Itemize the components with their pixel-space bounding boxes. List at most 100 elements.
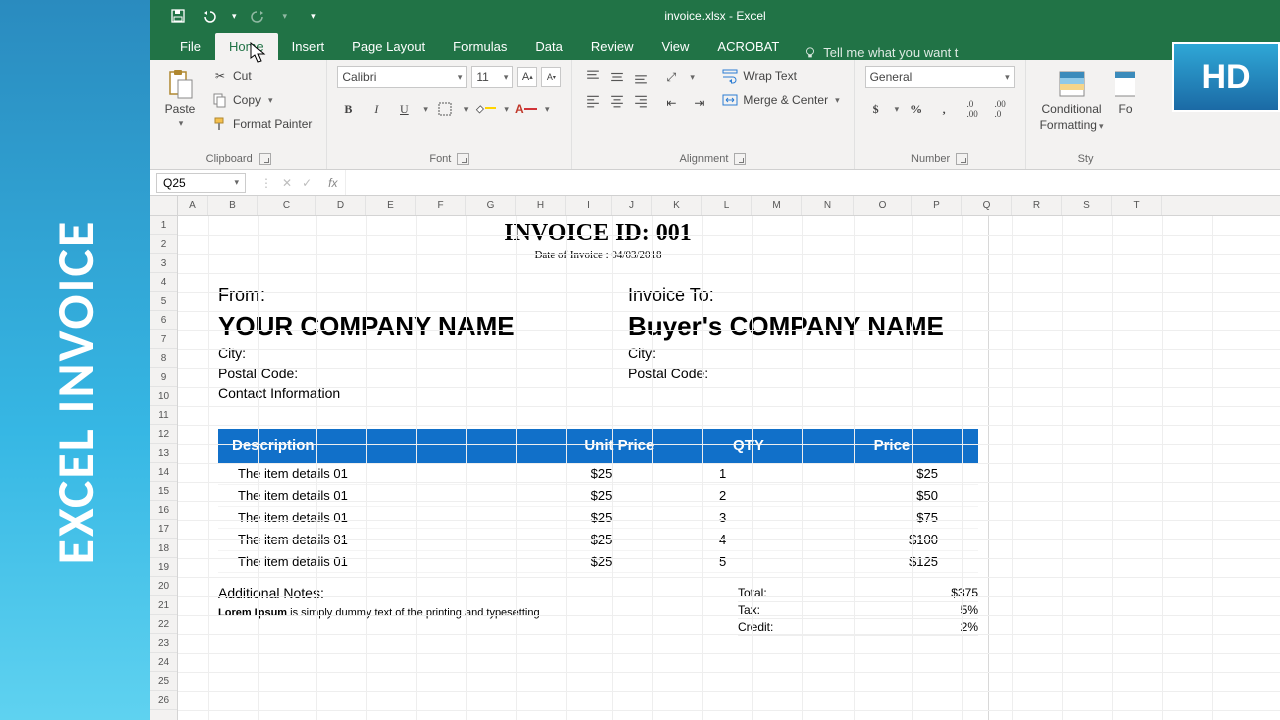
- row-header[interactable]: 8: [150, 349, 177, 368]
- chevron-down-icon[interactable]: ▾: [464, 104, 469, 115]
- row-header[interactable]: 1: [150, 216, 177, 235]
- font-name-combo[interactable]: Calibri▾: [337, 66, 467, 88]
- comma-format-button[interactable]: ,: [933, 98, 955, 120]
- row-header[interactable]: 7: [150, 330, 177, 349]
- row-header[interactable]: 2: [150, 235, 177, 254]
- wrap-text-button[interactable]: Wrap Text: [718, 66, 843, 86]
- col-header[interactable]: M: [752, 196, 802, 215]
- col-header[interactable]: J: [612, 196, 652, 215]
- undo-icon[interactable]: [200, 8, 216, 24]
- row-header[interactable]: 14: [150, 463, 177, 482]
- col-header[interactable]: N: [802, 196, 854, 215]
- row-header[interactable]: 25: [150, 672, 177, 691]
- decrease-decimal-button[interactable]: .00.0: [989, 98, 1011, 120]
- col-header[interactable]: I: [566, 196, 612, 215]
- align-left-button[interactable]: [582, 90, 604, 112]
- col-header[interactable]: B: [208, 196, 258, 215]
- tab-acrobat[interactable]: ACROBAT: [703, 33, 793, 60]
- orientation-button[interactable]: ⤢: [660, 66, 682, 88]
- row-header[interactable]: 26: [150, 691, 177, 710]
- percent-format-button[interactable]: %: [905, 98, 927, 120]
- row-header[interactable]: 15: [150, 482, 177, 501]
- increase-decimal-button[interactable]: .0.00: [961, 98, 983, 120]
- paste-button[interactable]: Paste ▾: [160, 66, 200, 131]
- col-header[interactable]: Q: [962, 196, 1012, 215]
- chevron-down-icon[interactable]: ▾: [895, 104, 900, 115]
- format-painter-button[interactable]: Format Painter: [208, 114, 316, 134]
- col-header[interactable]: E: [366, 196, 416, 215]
- col-header[interactable]: T: [1112, 196, 1162, 215]
- align-top-button[interactable]: [582, 66, 604, 88]
- tab-data[interactable]: Data: [521, 33, 576, 60]
- row-header[interactable]: 19: [150, 558, 177, 577]
- border-button[interactable]: [434, 98, 456, 120]
- col-header[interactable]: C: [258, 196, 316, 215]
- col-header[interactable]: O: [854, 196, 912, 215]
- increase-indent-button[interactable]: ⇥: [688, 92, 710, 114]
- align-middle-button[interactable]: [606, 66, 628, 88]
- shrink-font-button[interactable]: A▾: [541, 67, 561, 87]
- conditional-formatting-button[interactable]: Conditional Formatting▾: [1036, 66, 1108, 134]
- row-header[interactable]: 20: [150, 577, 177, 596]
- redo-icon[interactable]: [251, 8, 267, 24]
- col-header[interactable]: L: [702, 196, 752, 215]
- tab-file[interactable]: File: [166, 33, 215, 60]
- tab-formulas[interactable]: Formulas: [439, 33, 521, 60]
- tab-review[interactable]: Review: [577, 33, 648, 60]
- tab-home[interactable]: Home: [215, 33, 278, 60]
- chevron-down-icon[interactable]: ▾: [504, 104, 509, 115]
- row-header[interactable]: 4: [150, 273, 177, 292]
- fill-color-button[interactable]: [474, 98, 496, 120]
- col-header[interactable]: K: [652, 196, 702, 215]
- row-header[interactable]: 24: [150, 653, 177, 672]
- row-header[interactable]: 5: [150, 292, 177, 311]
- col-header[interactable]: H: [516, 196, 566, 215]
- row-header[interactable]: 16: [150, 501, 177, 520]
- accounting-format-button[interactable]: $: [865, 98, 887, 120]
- chevron-down-icon[interactable]: ▾: [545, 104, 550, 115]
- grow-font-button[interactable]: A▴: [517, 67, 537, 87]
- undo-caret-icon[interactable]: ▾: [232, 11, 237, 22]
- underline-button[interactable]: U: [393, 98, 415, 120]
- row-header[interactable]: 21: [150, 596, 177, 615]
- row-header[interactable]: 12: [150, 425, 177, 444]
- redo-caret-icon[interactable]: ▾: [283, 11, 288, 22]
- qat-customize-icon[interactable]: ▾: [311, 11, 316, 22]
- dialog-launcher-icon[interactable]: [259, 153, 271, 165]
- dialog-launcher-icon[interactable]: [956, 153, 968, 165]
- format-as-table-button[interactable]: Fo: [1115, 66, 1135, 118]
- number-format-combo[interactable]: General▾: [865, 66, 1015, 88]
- col-header[interactable]: A: [178, 196, 208, 215]
- formula-input[interactable]: [345, 170, 1280, 195]
- dialog-launcher-icon[interactable]: [734, 153, 746, 165]
- col-header[interactable]: R: [1012, 196, 1062, 215]
- worksheet-grid[interactable]: 1234567891011121314151617181920212223242…: [150, 196, 1280, 720]
- align-center-button[interactable]: [606, 90, 628, 112]
- bold-button[interactable]: B: [337, 98, 359, 120]
- row-header[interactable]: 9: [150, 368, 177, 387]
- col-header[interactable]: F: [416, 196, 466, 215]
- row-header[interactable]: 3: [150, 254, 177, 273]
- chevron-down-icon[interactable]: ▾: [690, 72, 695, 83]
- italic-button[interactable]: I: [365, 98, 387, 120]
- tab-page-layout[interactable]: Page Layout: [338, 33, 439, 60]
- col-header[interactable]: P: [912, 196, 962, 215]
- enter-icon[interactable]: ✓: [302, 176, 312, 190]
- col-header[interactable]: S: [1062, 196, 1112, 215]
- copy-button[interactable]: Copy▾: [208, 90, 316, 110]
- chevron-down-icon[interactable]: ▾: [423, 104, 428, 115]
- cancel-icon[interactable]: ✕: [282, 176, 292, 190]
- row-header[interactable]: 13: [150, 444, 177, 463]
- dialog-launcher-icon[interactable]: [457, 153, 469, 165]
- align-right-button[interactable]: [630, 90, 652, 112]
- row-header[interactable]: 22: [150, 615, 177, 634]
- fx-icon[interactable]: fx: [328, 176, 337, 190]
- select-all-corner[interactable]: [150, 196, 177, 216]
- font-color-button[interactable]: A: [515, 98, 537, 120]
- cut-button[interactable]: ✂Cut: [208, 66, 316, 86]
- tell-me[interactable]: Tell me what you want t: [803, 45, 958, 60]
- save-icon[interactable]: [170, 8, 186, 24]
- row-header[interactable]: 11: [150, 406, 177, 425]
- tab-view[interactable]: View: [647, 33, 703, 60]
- row-header[interactable]: 17: [150, 520, 177, 539]
